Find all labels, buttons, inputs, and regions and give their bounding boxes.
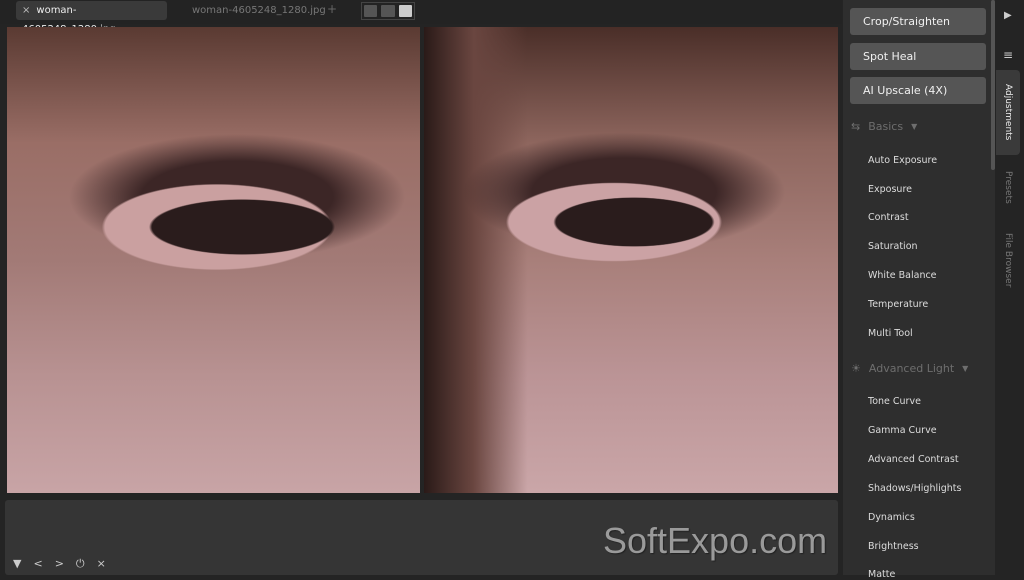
chevron-down-icon: ▼ [962,364,969,373]
crop-straighten-button[interactable]: Crop/Straighten [850,8,986,35]
item-gamma-curve[interactable]: Gamma Curve [868,425,937,436]
tab-presets[interactable]: Presets [996,165,1020,210]
sun-icon: ☀ [851,362,861,375]
item-brightness[interactable]: Brightness [868,541,919,552]
tab-label: woman-4605248_1280.jpg [192,5,326,16]
side-tab-strip: ▶ ≡ Adjustments Presets File Browser [996,0,1024,575]
item-multi-tool[interactable]: Multi Tool [868,328,913,339]
item-dynamics[interactable]: Dynamics [868,512,915,523]
item-auto-exposure[interactable]: Auto Exposure [868,155,937,166]
power-icon[interactable]: ⏻ [76,557,85,571]
sliders-icon: ⇆ [851,120,861,133]
ai-upscale-button[interactable]: AI Upscale (4X) [850,77,986,104]
stacked-view-button[interactable] [381,5,395,17]
item-temperature[interactable]: Temperature [868,299,928,310]
item-advanced-contrast[interactable]: Advanced Contrast [868,454,959,465]
single-view-button[interactable] [364,5,378,17]
tab-inactive[interactable]: woman-4605248_1280.jpg [186,1,326,20]
original-image[interactable] [7,27,420,493]
watermark: SoftExpo.com [603,520,828,561]
close-icon[interactable]: × [22,5,30,16]
spot-heal-button[interactable]: Spot Heal [850,43,986,70]
advanced-light-section-header[interactable]: ☀ Advanced Light ▼ [851,362,968,375]
item-exposure[interactable]: Exposure [868,184,912,195]
close-icon[interactable]: × [97,557,106,571]
upscaled-image[interactable] [424,27,838,493]
adjustments-panel: Crop/Straighten Spot Heal AI Upscale (4X… [843,0,995,580]
item-tone-curve[interactable]: Tone Curve [868,396,921,407]
chevron-down-icon: ▼ [911,122,918,131]
item-saturation[interactable]: Saturation [868,241,918,252]
add-tab-icon[interactable]: + [327,2,337,16]
item-contrast[interactable]: Contrast [868,212,909,223]
section-title: Basics [868,120,904,133]
section-title: Advanced Light [868,362,955,375]
menu-icon[interactable]: ≡ [1003,48,1013,62]
item-shadows-highlights[interactable]: Shadows/Highlights [868,483,961,494]
side-by-side-view-button[interactable] [398,5,412,17]
basics-section-header[interactable]: ⇆ Basics ▼ [851,120,917,133]
panel-scrollbar[interactable] [991,0,995,170]
tab-file-browser[interactable]: File Browser [996,230,1020,290]
previous-icon[interactable]: < [33,557,42,571]
item-white-balance[interactable]: White Balance [868,270,937,281]
next-icon[interactable]: > [55,557,64,571]
play-icon[interactable]: ▶ [1004,10,1012,21]
view-mode-toggle [361,2,415,20]
tab-adjustments[interactable]: Adjustments [996,70,1020,155]
collapse-icon[interactable]: ▼ [13,557,21,571]
tab-active[interactable]: ×woman-4605248_1280.jpg [16,1,167,35]
tab-bar: ×woman-4605248_1280.jpg woman-4605248_12… [0,0,842,35]
